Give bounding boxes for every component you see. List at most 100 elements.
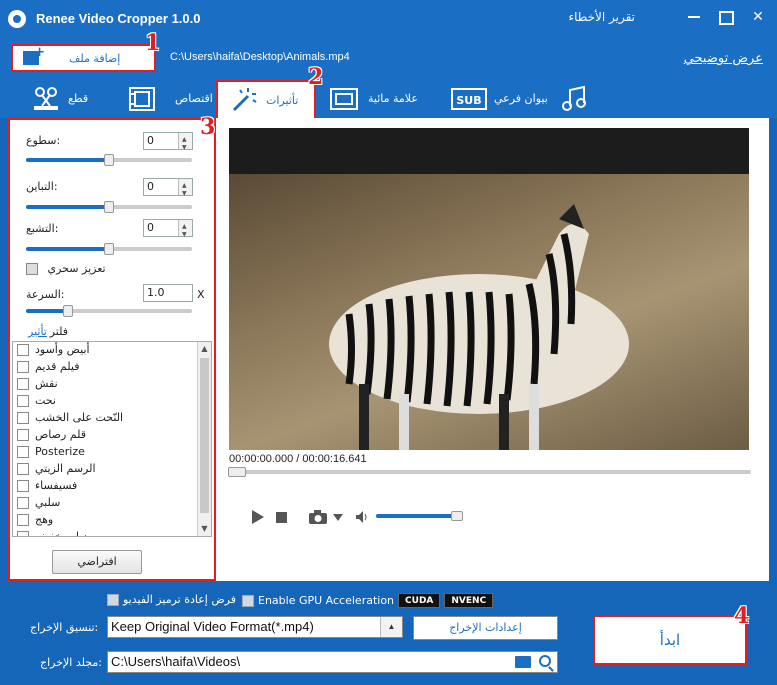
- magic-enhance-checkbox[interactable]: [26, 263, 38, 275]
- speed-slider[interactable]: [26, 305, 192, 317]
- brightness-slider-knob[interactable]: [104, 154, 114, 166]
- filter-item[interactable]: فسيفساء: [13, 478, 211, 495]
- reencode-checkbox[interactable]: [107, 593, 119, 606]
- filter-item[interactable]: الرسم الزيتي: [13, 461, 211, 478]
- tab-crop[interactable]: اقتصاص: [118, 80, 214, 118]
- filter-item[interactable]: وهج: [13, 512, 211, 529]
- filter-item[interactable]: النّحت على الخشب: [13, 410, 211, 427]
- scroll-down-icon[interactable]: ▼: [198, 522, 211, 536]
- tab-watermark[interactable]: علامة مائية: [326, 80, 426, 118]
- cuda-badge: CUDA: [398, 593, 441, 608]
- seek-bar[interactable]: [228, 467, 751, 477]
- time-display: 00:00:00.000 / 00:00:16.641: [229, 453, 367, 465]
- filter-checkbox[interactable]: [17, 514, 29, 526]
- output-folder-field[interactable]: C:\Users\haifa\Videos\: [107, 651, 558, 673]
- filter-checkbox[interactable]: [17, 497, 29, 509]
- add-file-button[interactable]: إضافة ملف: [11, 44, 156, 72]
- filter-item[interactable]: ضباب خفيف: [13, 529, 211, 536]
- brightness-slider[interactable]: [26, 154, 192, 166]
- seek-knob[interactable]: [228, 467, 246, 477]
- demo-link[interactable]: عرض توضيحي: [684, 51, 763, 66]
- format-value: Keep Original Video Format(*.mp4): [111, 619, 314, 634]
- filter-scrollbar[interactable]: ▲ ▼: [197, 342, 211, 536]
- reencode-label: فرض إعادة ترميز الفيديو: [123, 593, 236, 606]
- filter-checkbox[interactable]: [17, 429, 29, 441]
- start-button[interactable]: ابدأ: [593, 615, 747, 665]
- saturation-stepper-icon[interactable]: [178, 219, 192, 243]
- filter-checkbox[interactable]: [17, 378, 29, 390]
- filter-list[interactable]: أبيض وأسود فيلم قديم نقش نحت النّحت على الخش…: [12, 341, 212, 537]
- saturation-input[interactable]: 0: [143, 219, 193, 243]
- filter-item[interactable]: نقش: [13, 376, 211, 393]
- tab-effects[interactable]: تأثيرات: [216, 80, 316, 118]
- tab-subtitle[interactable]: SUB بيوان فرعي: [446, 80, 556, 118]
- volume-slider[interactable]: [376, 511, 463, 521]
- saturation-value: 0: [147, 221, 154, 234]
- crop-icon: [129, 87, 155, 111]
- tab-music[interactable]: [556, 80, 600, 118]
- camera-icon[interactable]: [308, 509, 328, 525]
- volume-icon[interactable]: [354, 509, 370, 525]
- filter-checkbox[interactable]: [17, 412, 29, 424]
- camera-dropdown-icon[interactable]: [332, 509, 344, 525]
- filter-item[interactable]: فيلم قديم: [13, 359, 211, 376]
- filter-checkbox[interactable]: [17, 446, 29, 458]
- output-settings-button[interactable]: إعدادات الإخراج: [413, 616, 558, 640]
- chevron-up-icon[interactable]: ▲: [380, 617, 402, 637]
- play-icon[interactable]: [250, 509, 266, 525]
- stop-icon[interactable]: [275, 509, 289, 525]
- title-bar: Renee Video Cropper 1.0.0 تقرير الأخطاء …: [0, 0, 777, 38]
- watermark-icon: [330, 88, 358, 110]
- title-bar-controls: تقرير الأخطاء ✕: [568, 8, 767, 26]
- zebra-image: [329, 204, 629, 450]
- contrast-slider[interactable]: [26, 201, 192, 213]
- scrollbar-thumb[interactable]: [200, 358, 209, 513]
- filter-checkbox[interactable]: [17, 480, 29, 492]
- filter-checkbox[interactable]: [17, 361, 29, 373]
- saturation-slider[interactable]: [26, 243, 192, 255]
- contrast-input[interactable]: 0: [143, 178, 193, 202]
- filter-checkbox[interactable]: [17, 463, 29, 475]
- filter-item[interactable]: Posterize: [13, 444, 211, 461]
- contrast-value: 0: [147, 180, 154, 193]
- folder-label: مجلد الإخراج:: [40, 656, 102, 669]
- filter-checkbox[interactable]: [17, 395, 29, 407]
- filter-label: فلتر: [49, 325, 68, 338]
- saturation-slider-knob[interactable]: [104, 243, 114, 255]
- debug-report-link[interactable]: تقرير الأخطاء: [568, 10, 635, 24]
- volume-knob[interactable]: [451, 511, 463, 521]
- scroll-up-icon[interactable]: ▲: [198, 342, 211, 356]
- toolbar: إضافة ملف 1 C:\Users\haifa\Desktop\Anima…: [0, 30, 777, 80]
- filter-item[interactable]: قلم رصاص: [13, 427, 211, 444]
- filter-checkbox[interactable]: [17, 531, 29, 536]
- contrast-label: التباين:: [26, 180, 58, 193]
- filter-item[interactable]: سلبي: [13, 495, 211, 512]
- gpu-checkbox[interactable]: [242, 594, 254, 607]
- contrast-slider-knob[interactable]: [104, 201, 114, 213]
- filter-effect-link[interactable]: تأثير: [28, 325, 47, 338]
- contrast-stepper-icon[interactable]: [178, 178, 192, 202]
- filter-item-label: الرسم الزيتي: [35, 462, 96, 475]
- filter-item-label: نحت: [35, 394, 56, 407]
- brightness-input[interactable]: 0: [143, 132, 193, 156]
- speed-input[interactable]: 1.0: [143, 284, 193, 302]
- video-frame-image: [229, 174, 749, 450]
- magic-enhance-row[interactable]: تعزيز سحري: [26, 262, 106, 275]
- speed-slider-knob[interactable]: [62, 305, 73, 317]
- default-button[interactable]: افتراضي: [52, 550, 142, 574]
- filter-item[interactable]: أبيض وأسود: [13, 342, 211, 359]
- minimize-icon[interactable]: [685, 8, 703, 26]
- folder-icon[interactable]: [515, 656, 531, 668]
- tab-cut[interactable]: قطع: [12, 80, 108, 118]
- brightness-stepper-icon[interactable]: [178, 132, 192, 156]
- gpu-option[interactable]: Enable GPU Acceleration CUDA NVENC: [242, 593, 494, 608]
- speed-unit: X: [197, 288, 205, 301]
- filter-item[interactable]: نحت: [13, 393, 211, 410]
- maximize-icon[interactable]: [717, 8, 735, 26]
- close-icon[interactable]: ✕: [749, 8, 767, 26]
- search-icon[interactable]: [539, 655, 551, 667]
- cut-icon: [34, 87, 58, 110]
- reencode-option[interactable]: فرض إعادة ترميز الفيديو: [107, 593, 236, 606]
- filter-checkbox[interactable]: [17, 344, 29, 356]
- format-select[interactable]: Keep Original Video Format(*.mp4) ▲: [107, 616, 403, 638]
